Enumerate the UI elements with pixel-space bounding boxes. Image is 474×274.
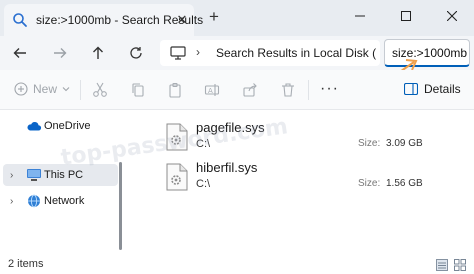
refresh-icon	[130, 47, 142, 59]
status-bar: 2 items	[0, 256, 474, 274]
sidebar-item-label: Network	[44, 195, 85, 207]
search-query-text: size:>1000mb	[392, 46, 468, 60]
paste-button[interactable]	[167, 82, 183, 98]
minimize-button[interactable]	[346, 4, 374, 28]
rename-icon: A	[204, 84, 220, 96]
sidebar-item-label: This PC	[44, 169, 84, 181]
close-icon	[447, 11, 457, 21]
arrow-left-icon	[13, 48, 26, 58]
sidebar-scrollbar[interactable]	[119, 162, 122, 250]
system-file-icon	[166, 123, 188, 151]
command-bar: New A ··· Details	[0, 70, 474, 110]
search-results-list: pagefile.sys C:\ Size: 3.09 GB hiberfil.…	[126, 111, 474, 256]
address-path-text: Search Results in Local Disk (	[216, 46, 376, 60]
sidebar-item-label: OneDrive	[44, 120, 91, 132]
title-bar: size:>1000mb - Search Results ✕ +	[0, 0, 474, 36]
sidebar-item-this-pc[interactable]: › This PC	[3, 164, 118, 186]
file-size-label: Size:	[358, 138, 381, 149]
delete-button[interactable]	[280, 82, 296, 98]
address-path-box[interactable]: › Search Results in Local Disk (	[160, 40, 380, 66]
up-button[interactable]	[88, 43, 108, 63]
file-size-label: Size:	[358, 178, 381, 189]
navigation-pane: OneDrive › This PC › Network	[0, 111, 126, 256]
tab-search-results[interactable]: size:>1000mb - Search Results ✕	[4, 4, 203, 36]
chevron-right-icon: ›	[196, 45, 200, 59]
file-name: pagefile.sys	[196, 120, 265, 135]
maximize-icon	[401, 11, 411, 21]
computer-icon	[27, 169, 41, 181]
copy-button[interactable]	[130, 82, 146, 98]
trash-icon	[282, 83, 294, 97]
file-location: C:\	[196, 178, 211, 190]
clipboard-icon	[169, 82, 181, 98]
chevron-right-icon[interactable]: ›	[10, 196, 13, 207]
system-file-icon	[166, 163, 188, 191]
file-size: 3.09 GB	[386, 138, 423, 149]
sidebar-item-onedrive[interactable]: OneDrive	[0, 115, 120, 137]
new-button-label: New	[33, 82, 58, 96]
copy-icon	[132, 83, 144, 97]
refresh-button[interactable]	[126, 43, 146, 63]
tiles-view-icon[interactable]	[454, 259, 466, 271]
network-icon	[28, 194, 40, 208]
chevron-down-icon	[62, 87, 70, 92]
details-button-label: Details	[424, 82, 461, 96]
details-pane-icon	[404, 83, 418, 95]
cut-button[interactable]	[92, 82, 108, 98]
arrow-up-icon	[93, 46, 103, 59]
minimize-icon	[355, 15, 365, 17]
details-button[interactable]: Details	[404, 82, 461, 96]
command-separator	[80, 80, 81, 100]
arrow-right-icon	[54, 48, 67, 58]
share-button[interactable]	[242, 82, 258, 98]
list-item[interactable]: pagefile.sys C:\ Size: 3.09 GB	[166, 119, 456, 159]
details-view-icon[interactable]	[436, 259, 448, 271]
new-tab-button[interactable]: +	[205, 8, 223, 26]
close-tab-icon[interactable]: ✕	[174, 12, 190, 28]
cloud-icon	[27, 121, 42, 131]
back-button[interactable]	[10, 43, 30, 63]
computer-icon	[170, 46, 186, 60]
search-input[interactable]: size:>1000mb	[384, 39, 470, 67]
sidebar-item-network[interactable]: › Network	[0, 190, 120, 212]
maximize-button[interactable]	[392, 4, 420, 28]
list-item[interactable]: hiberfil.sys C:\ Size: 1.56 GB	[166, 159, 456, 199]
search-icon	[13, 13, 27, 27]
forward-button[interactable]	[50, 43, 70, 63]
command-separator	[308, 80, 309, 100]
chevron-right-icon[interactable]: ›	[10, 170, 13, 181]
address-bar: › Search Results in Local Disk ( size:>1…	[0, 36, 474, 70]
file-size: 1.56 GB	[386, 178, 423, 189]
scissors-icon	[93, 82, 107, 97]
item-count: 2 items	[8, 258, 44, 270]
file-name: hiberfil.sys	[196, 160, 258, 175]
new-button[interactable]: New	[14, 82, 70, 96]
file-location: C:\	[196, 138, 211, 150]
svg-text:A: A	[208, 87, 213, 95]
more-options-button[interactable]: ···	[320, 80, 339, 98]
rename-button[interactable]: A	[204, 82, 220, 98]
share-icon	[243, 83, 257, 97]
plus-circle-icon	[14, 82, 28, 96]
close-window-button[interactable]	[438, 4, 466, 28]
